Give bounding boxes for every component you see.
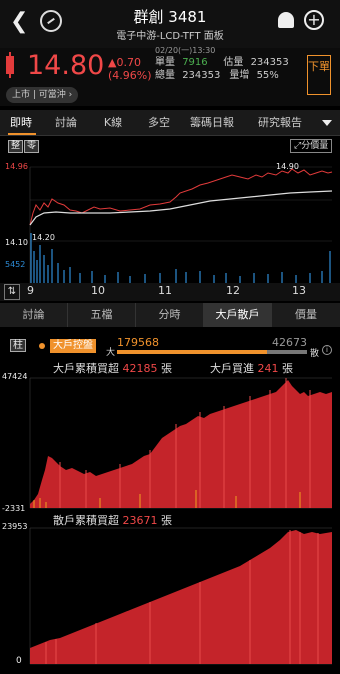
average-line xyxy=(29,190,333,226)
subtab-discussion[interactable]: 討論 xyxy=(0,303,68,327)
lot-toggle-odd[interactable]: 零 xyxy=(24,140,40,153)
time-tick-13: 13 xyxy=(292,284,306,297)
big-cum-value: 42185 xyxy=(122,362,158,375)
retail-chart xyxy=(29,527,332,665)
big-prefix: 大 xyxy=(106,348,116,358)
subtab-big-retail[interactable]: 大戶散戶 xyxy=(204,303,272,327)
retail-suffix: 散 xyxy=(310,349,320,359)
tab-kline[interactable]: K線 xyxy=(92,110,134,136)
candle-icon xyxy=(6,52,14,78)
big-holder-area xyxy=(30,380,332,508)
time-tick-9: 9 xyxy=(27,284,34,297)
lot-toggle-whole[interactable]: 整 xyxy=(8,140,24,153)
big-ratio-bar xyxy=(117,350,267,354)
tab-research[interactable]: 研究報告 xyxy=(250,110,310,136)
quote-datetime: 02/20(一)13:30 xyxy=(155,46,216,55)
stock-industry: 電子中游-LCD-TFT 面板 xyxy=(116,31,224,42)
time-tick-11: 11 xyxy=(158,284,172,297)
chevron-left-icon[interactable]: ❮ xyxy=(10,9,28,34)
time-tick-10: 10 xyxy=(91,284,105,297)
single-vol-label: 單量 xyxy=(155,57,175,68)
big-buy-value: 241 xyxy=(257,362,279,375)
retail-value: 42673 xyxy=(272,336,307,349)
price-dist-label: 分價量 xyxy=(301,141,329,151)
price-change: ▲0.70 (4.96%) xyxy=(108,56,152,82)
volume-low-label: 14.20 xyxy=(32,233,55,242)
control-label: 大戶控盤 xyxy=(50,339,96,353)
big-buy-row: 大戶買進 241 張 xyxy=(210,360,293,376)
time-tick-12: 12 xyxy=(226,284,240,297)
price-high-label: 14.96 xyxy=(5,162,28,171)
toggle-axis-icon[interactable]: ⇅ xyxy=(4,284,20,300)
subtab-price-volume[interactable]: 價量 xyxy=(272,303,340,327)
quote-volume-grid: 單量 7916 估量 234353 總量 234353 量增 55% xyxy=(155,56,289,82)
retail-area xyxy=(30,530,332,664)
big-cum-label: 大戶累積買超 xyxy=(53,362,119,375)
big-holder-controls: 柱 大戶控盤 大 179568 42673 散 i xyxy=(0,329,340,359)
price-low-label: 14.10 xyxy=(5,238,28,247)
price-line xyxy=(29,168,333,226)
stock-title: 群創 3481 xyxy=(133,8,207,26)
retail-ymin: 0 xyxy=(16,656,22,666)
big-value: 179568 xyxy=(117,336,159,349)
main-tabs: 即時 討論 K線 多空 籌碼日報 研究報告 xyxy=(0,110,340,136)
retail-ratio-bar xyxy=(267,350,307,354)
last-price: 14.80 xyxy=(27,50,105,81)
vol-inc: 55% xyxy=(256,70,279,81)
pillar-toggle[interactable]: 柱 xyxy=(10,339,26,352)
plus-icon[interactable]: + xyxy=(304,10,324,30)
bell-icon[interactable] xyxy=(278,12,294,28)
big-cum-unit: 張 xyxy=(161,362,172,375)
header-bar: ❮ 群創 3481 電子中游-LCD-TFT 面板 + xyxy=(0,0,340,48)
big-ymax: 47424 xyxy=(2,372,28,381)
est-vol-label: 估量 xyxy=(223,57,244,68)
volume-bars xyxy=(30,233,331,283)
price-distribution-button[interactable]: ⤢分價量 xyxy=(290,139,333,153)
total-vol: 234353 xyxy=(182,70,221,81)
order-button[interactable]: 下單 xyxy=(307,55,331,95)
big-holder-chart xyxy=(29,377,332,509)
change-percent: (4.96%) xyxy=(108,69,152,82)
sync-icon[interactable] xyxy=(40,10,62,32)
price-peak-label: 14.90 xyxy=(276,162,299,171)
chart-controls: 整 零 ⤢分價量 xyxy=(0,137,340,155)
dot-icon xyxy=(39,343,45,349)
big-buy-label: 大戶買進 xyxy=(210,362,254,375)
total-vol-label: 總量 xyxy=(155,70,175,81)
volume-label: 5452 xyxy=(5,260,26,269)
time-axis: ⇅ 9 10 11 12 13 xyxy=(0,283,340,301)
single-vol: 7916 xyxy=(182,57,208,68)
info-icon[interactable]: i xyxy=(322,345,332,355)
est-vol: 234353 xyxy=(250,57,289,68)
vol-inc-label: 量增 xyxy=(229,70,250,81)
market-pill-text: 上市 | 可當沖 xyxy=(12,90,66,100)
market-pill[interactable]: 上市 | 可當沖 › xyxy=(6,87,79,103)
subtab-five-levels[interactable]: 五檔 xyxy=(68,303,136,327)
sub-tabs: 討論 五檔 分時 大戶散戶 價量 xyxy=(0,303,340,327)
big-cum-row: 大戶累積買超 42185 張 xyxy=(53,360,172,376)
intraday-chart xyxy=(29,166,333,283)
change-value: ▲0.70 xyxy=(108,56,141,69)
big-buy-unit: 張 xyxy=(282,362,293,375)
retail-ymax: 23953 xyxy=(2,522,28,531)
tab-chip-daily[interactable]: 籌碼日報 xyxy=(182,110,242,136)
subtab-time-sales[interactable]: 分時 xyxy=(136,303,204,327)
tab-discussion[interactable]: 討論 xyxy=(45,110,87,136)
big-ymin: -2331 xyxy=(2,504,26,513)
tab-longshort[interactable]: 多空 xyxy=(138,110,180,136)
active-tab-indicator xyxy=(8,133,36,135)
more-tabs-icon[interactable] xyxy=(322,120,332,126)
